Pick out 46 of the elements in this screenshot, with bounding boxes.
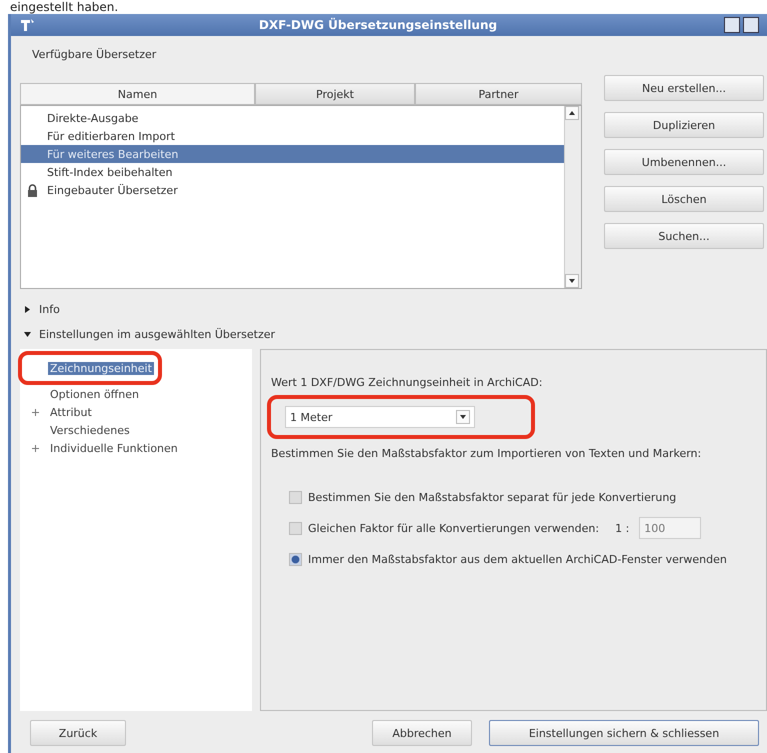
scroll-bar[interactable] [564, 106, 581, 288]
caret-down-icon [24, 331, 31, 338]
tree-item[interactable]: Attribut [48, 406, 94, 418]
column-header[interactable]: Projekt [255, 83, 415, 105]
lock-icon [27, 184, 38, 196]
list-item[interactable]: Eingebauter Übersetzer [21, 181, 564, 199]
column-header[interactable]: Namen [20, 83, 255, 105]
side-button[interactable]: Umbenennen... [604, 149, 764, 175]
save-button[interactable]: Einstellungen sichern & schliessen [489, 720, 759, 746]
scroll-down-icon[interactable] [565, 274, 579, 288]
window-title: DXF-DWG Übersetzungseinstellung [258, 18, 498, 32]
unit-dropdown[interactable]: 1 Meter [285, 406, 475, 428]
side-button[interactable]: Neu erstellen... [604, 75, 764, 101]
column-header[interactable]: Partner [415, 83, 582, 105]
tree-item[interactable]: Optionen öffnen [48, 388, 141, 400]
side-button[interactable]: Suchen... [604, 223, 764, 249]
list-item[interactable]: Direkte-Ausgabe [21, 109, 564, 127]
section-toggle[interactable]: Einstellungen im ausgewählten Übersetzer [20, 322, 767, 347]
tree-item[interactable]: Verschiedenes [48, 424, 132, 436]
page-caption: eingestellt haben. [9, 0, 120, 14]
back-button[interactable]: Zurück [30, 720, 126, 746]
ratio-label: 1 : [615, 522, 630, 534]
unit-label: Wert 1 DXF/DWG Zeichnungseinheit in ArchiCAD: [271, 376, 544, 389]
side-button[interactable]: Duplizieren [604, 112, 764, 138]
app-icon [19, 17, 35, 33]
list-item[interactable]: Für editierbaren Import [21, 127, 564, 145]
expand-icon[interactable] [32, 444, 39, 452]
scroll-up-icon[interactable] [565, 106, 579, 120]
scale-label: Bestimmen Sie den Maßstabsfaktor zum Importieren von Texten und Markern: [271, 447, 702, 460]
ratio-field[interactable]: 100 [639, 517, 702, 539]
expand-icon[interactable] [32, 408, 39, 416]
list-item[interactable]: Für weiteres Bearbeiten [21, 145, 564, 163]
caret-right-icon [24, 306, 31, 313]
option-label: Gleichen Faktor für alle Konvertierungen verwenden: [308, 522, 600, 534]
tree-item[interactable]: Individuelle Funktionen [48, 442, 180, 454]
side-button[interactable]: Löschen [604, 186, 764, 212]
option-checkbox[interactable] [289, 552, 302, 566]
option-checkbox[interactable] [289, 522, 302, 534]
section-toggle[interactable]: Info [20, 297, 767, 322]
list-item[interactable]: Stift-Index beibehalten [21, 163, 564, 181]
option-checkbox[interactable] [289, 490, 302, 504]
option-label: Bestimmen Sie den Maßstabsfaktor separat für jede Konvertierung [308, 490, 676, 504]
option-label: Immer den Maßstabsfaktor aus dem aktuellen ArchiCAD-Fenster verwenden [308, 552, 727, 566]
cancel-button[interactable]: Abbrechen [372, 720, 472, 746]
section-label: Verfügbare Übersetzer [31, 47, 158, 61]
tree-item[interactable]: Zeichnungseinheit [48, 362, 154, 374]
